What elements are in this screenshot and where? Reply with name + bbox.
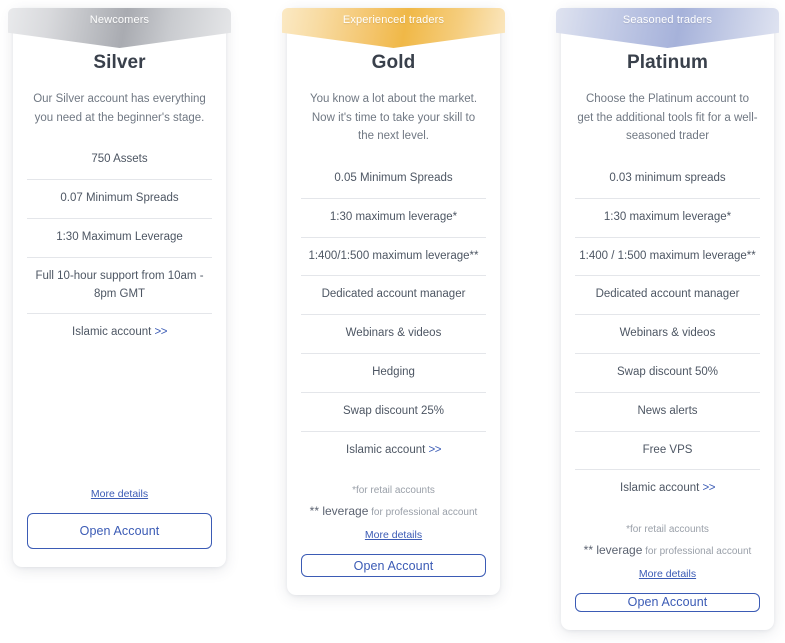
footnote-leverage: ** leverage for professional account bbox=[575, 539, 760, 562]
islamic-account-label: Islamic account bbox=[346, 444, 425, 456]
feature-item: Swap discount 25% bbox=[301, 393, 486, 432]
chevron-right-double-icon: >> bbox=[429, 444, 441, 456]
more-details-link-platinum[interactable]: More details bbox=[639, 568, 696, 580]
plan-card-silver: Newcomers Silver Our Silver account has … bbox=[13, 8, 226, 567]
footnote-retail: *for retail accounts bbox=[575, 520, 760, 539]
feature-item: Free VPS bbox=[575, 432, 760, 471]
open-account-button-silver[interactable]: Open Account bbox=[27, 513, 212, 549]
plan-title-gold: Gold bbox=[372, 52, 416, 74]
plan-ribbon-label: Newcomers bbox=[90, 14, 149, 26]
footnote-leverage-emphasis: ** leverage bbox=[584, 543, 643, 557]
plan-description-silver: Our Silver account has everything you ne… bbox=[27, 90, 212, 127]
footnote-leverage-emphasis: ** leverage bbox=[310, 504, 369, 518]
feature-item: Webinars & videos bbox=[575, 315, 760, 354]
feature-item: Swap discount 50% bbox=[575, 354, 760, 393]
feature-item: 0.03 minimum spreads bbox=[575, 160, 760, 199]
plan-description-gold: You know a lot about the market. Now it'… bbox=[301, 90, 486, 146]
feature-item: 1:400/1:500 maximum leverage** bbox=[301, 238, 486, 277]
chevron-right-double-icon: >> bbox=[155, 326, 167, 338]
more-details-link-silver[interactable]: More details bbox=[91, 488, 148, 500]
plan-description-platinum: Choose the Platinum account to get the a… bbox=[575, 90, 760, 146]
plan-ribbon-platinum: Seasoned traders bbox=[556, 8, 779, 48]
islamic-account-label: Islamic account bbox=[620, 482, 699, 494]
footnotes-gold: *for retail accounts ** leverage for pro… bbox=[301, 481, 486, 523]
feature-list-gold: 0.05 Minimum Spreads 1:30 maximum levera… bbox=[301, 160, 486, 470]
plan-ribbon-gold: Experienced traders bbox=[282, 8, 505, 48]
footnote-retail: *for retail accounts bbox=[301, 481, 486, 500]
plan-title-silver: Silver bbox=[93, 52, 145, 74]
open-account-button-gold[interactable]: Open Account bbox=[301, 554, 486, 577]
open-account-button-platinum[interactable]: Open Account bbox=[575, 593, 760, 612]
plan-card-gold: Experienced traders Gold You know a lot … bbox=[287, 8, 500, 595]
more-details-link-gold[interactable]: More details bbox=[365, 529, 422, 541]
feature-item: 1:400 / 1:500 maximum leverage** bbox=[575, 238, 760, 277]
islamic-account-link[interactable]: Islamic account >> bbox=[27, 314, 212, 352]
feature-item: 0.07 Minimum Spreads bbox=[27, 180, 212, 219]
feature-item: Dedicated account manager bbox=[575, 276, 760, 315]
islamic-account-link[interactable]: Islamic account >> bbox=[301, 432, 486, 470]
pricing-plans-page: Newcomers Silver Our Silver account has … bbox=[0, 0, 785, 643]
plan-card-platinum: Seasoned traders Platinum Choose the Pla… bbox=[561, 8, 774, 630]
plan-ribbon-label: Experienced traders bbox=[343, 14, 444, 26]
plan-title-platinum: Platinum bbox=[627, 52, 708, 74]
islamic-account-label: Islamic account bbox=[72, 326, 151, 338]
feature-item: News alerts bbox=[575, 393, 760, 432]
footnotes-platinum: *for retail accounts ** leverage for pro… bbox=[575, 520, 760, 562]
islamic-account-link[interactable]: Islamic account >> bbox=[575, 470, 760, 508]
feature-item: 1:30 maximum leverage* bbox=[301, 199, 486, 238]
plan-ribbon-silver: Newcomers bbox=[8, 8, 231, 48]
feature-list-platinum: 0.03 minimum spreads 1:30 maximum levera… bbox=[575, 160, 760, 508]
footnote-leverage: ** leverage for professional account bbox=[301, 500, 486, 523]
feature-item: Hedging bbox=[301, 354, 486, 393]
feature-item: 0.05 Minimum Spreads bbox=[301, 160, 486, 199]
chevron-right-double-icon: >> bbox=[703, 482, 715, 494]
footnote-leverage-rest: for professional account bbox=[368, 507, 477, 518]
feature-list-silver: 750 Assets 0.07 Minimum Spreads 1:30 Max… bbox=[27, 141, 212, 352]
feature-item: Webinars & videos bbox=[301, 315, 486, 354]
feature-item: Full 10-hour support from 10am - 8pm GMT bbox=[27, 258, 212, 315]
plan-ribbon-label: Seasoned traders bbox=[623, 14, 712, 26]
footnote-leverage-rest: for professional account bbox=[642, 546, 751, 557]
feature-item: Dedicated account manager bbox=[301, 276, 486, 315]
feature-item: 750 Assets bbox=[27, 141, 212, 180]
feature-item: 1:30 maximum leverage* bbox=[575, 199, 760, 238]
feature-item: 1:30 Maximum Leverage bbox=[27, 219, 212, 258]
